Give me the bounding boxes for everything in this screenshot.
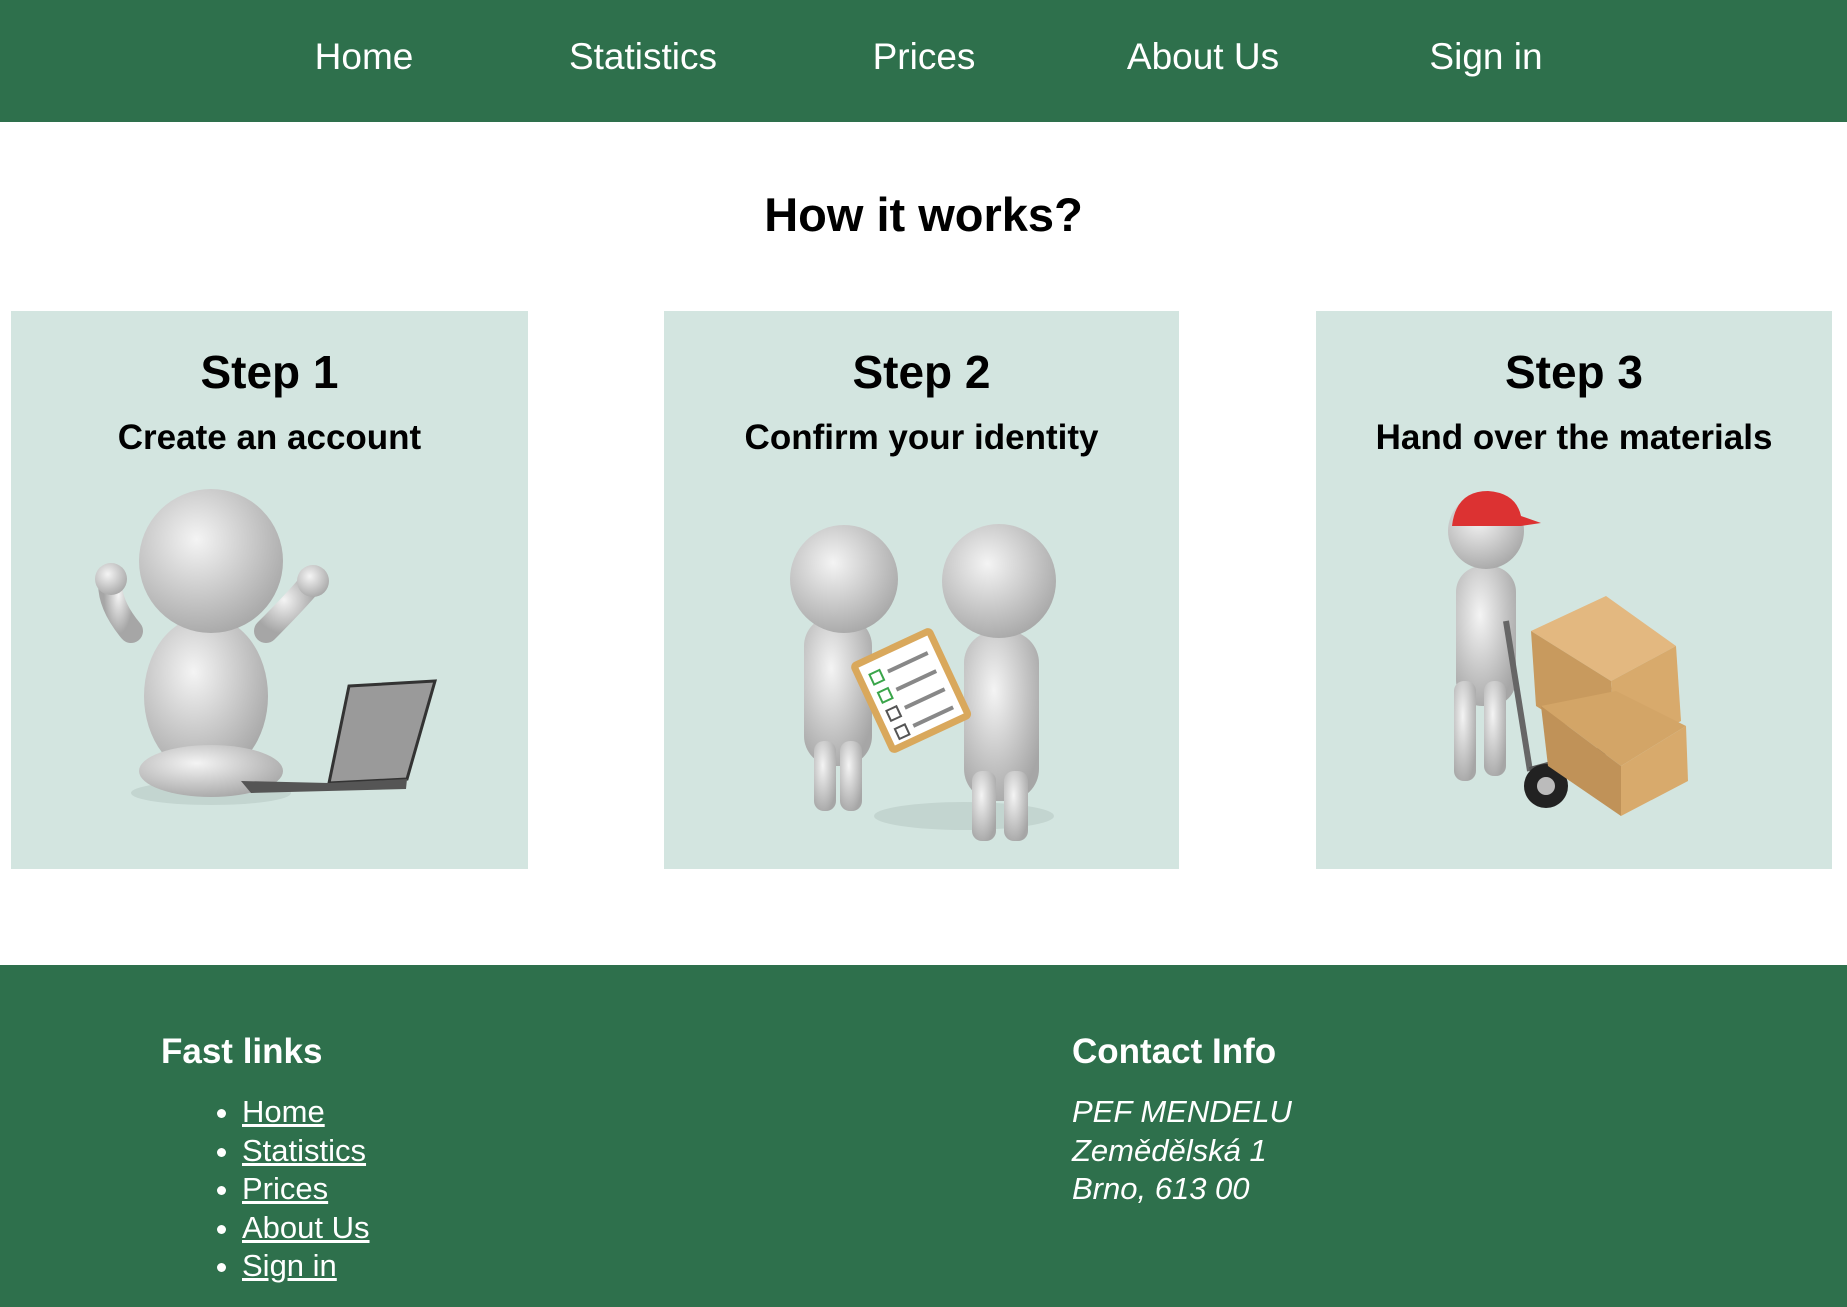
footer-link-sign-in[interactable]: Sign in [242, 1248, 337, 1283]
top-navigation: Home Statistics Prices About Us Sign in [0, 0, 1847, 122]
nav-home-link[interactable]: Home [315, 36, 414, 78]
contact-line: PEF MENDELU [1072, 1094, 1292, 1129]
person-with-laptop-illustration [95, 489, 438, 805]
nav-about-us-link[interactable]: About Us [1127, 36, 1279, 78]
site-footer: Fast links Home Statistics Prices About … [0, 965, 1847, 1307]
step-card-3: Step 3 Hand over the materials [1316, 311, 1832, 869]
step-title: Step 2 [852, 346, 991, 398]
fast-links-heading: Fast links [161, 1032, 323, 1071]
fast-links-list: Home Statistics Prices About Us Sign in [160, 1093, 370, 1286]
nav-prices-link[interactable]: Prices [873, 36, 976, 78]
list-item: Sign in [242, 1247, 370, 1286]
contact-line: Brno, 613 00 [1072, 1171, 1250, 1206]
step-title: Step 1 [200, 346, 339, 398]
delivery-person-boxes-illustration [1448, 491, 1688, 816]
footer-link-statistics[interactable]: Statistics [242, 1133, 366, 1168]
nav-sign-in-link[interactable]: Sign in [1429, 36, 1542, 78]
list-item: About Us [242, 1209, 370, 1248]
step-title: Step 3 [1504, 346, 1644, 398]
list-item: Prices [242, 1170, 370, 1209]
step-card-1: Step 1 Create an account [11, 311, 528, 869]
footer-link-prices[interactable]: Prices [242, 1171, 328, 1206]
footer-link-about-us[interactable]: About Us [242, 1210, 370, 1245]
page-heading: How it works? [764, 188, 1083, 241]
step-subtitle: Hand over the materials [1375, 418, 1773, 457]
step-card-2: Step 2 Confirm your identity [664, 311, 1179, 869]
nav-statistics-link[interactable]: Statistics [569, 36, 717, 78]
two-people-checklist-illustration [790, 524, 1056, 841]
step-subtitle: Create an account [117, 418, 422, 457]
contact-info-heading: Contact Info [1072, 1032, 1277, 1071]
list-item: Home [242, 1093, 370, 1132]
list-item: Statistics [242, 1132, 370, 1171]
footer-link-home[interactable]: Home [242, 1094, 325, 1129]
contact-address: PEF MENDELU Zemědělská 1 Brno, 613 00 [1072, 1093, 1292, 1209]
step-subtitle: Confirm your identity [744, 418, 1099, 457]
contact-line: Zemědělská 1 [1072, 1132, 1267, 1168]
